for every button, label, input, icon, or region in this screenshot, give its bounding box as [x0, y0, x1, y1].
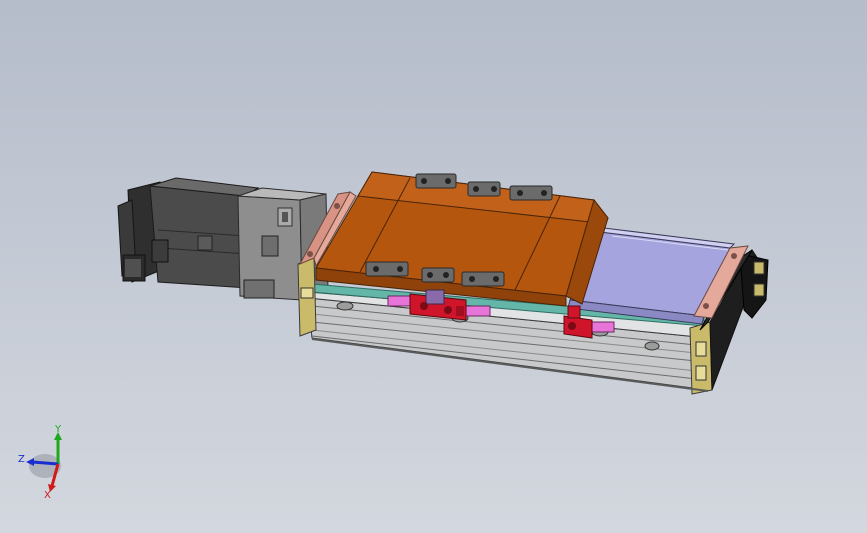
z-axis-arrow	[31, 460, 59, 466]
axis-triad: Y Z X	[18, 424, 62, 501]
x-axis-label: X	[44, 490, 51, 501]
graphics-viewport[interactable]: Y Z X	[0, 0, 867, 533]
z-axis-label: Z	[18, 454, 25, 465]
y-axis-label: Y	[54, 424, 62, 435]
